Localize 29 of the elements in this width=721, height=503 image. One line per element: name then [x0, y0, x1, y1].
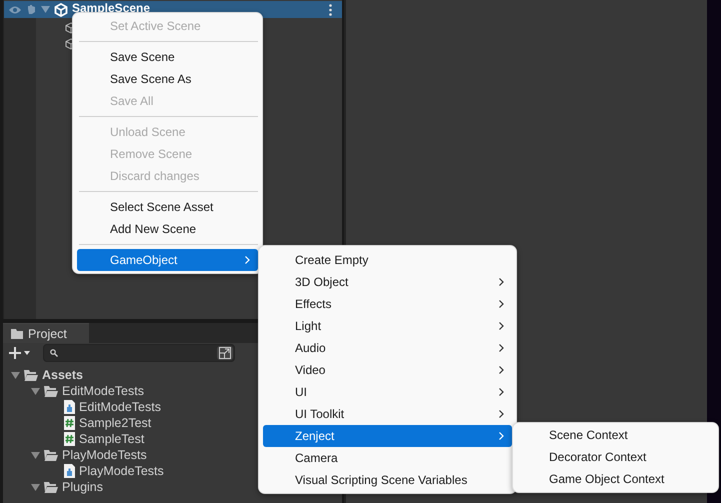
- asset-name: PlayModeTests: [79, 464, 164, 478]
- menu-item[interactable]: Video: [263, 359, 512, 381]
- project-tab[interactable]: Project: [3, 323, 89, 343]
- asset-name: PlayModeTests: [62, 448, 147, 462]
- menu-item[interactable]: Visual Scripting Scene Variables: [263, 469, 512, 491]
- menu-item[interactable]: Create Empty: [263, 249, 512, 271]
- menu-item[interactable]: Camera: [263, 447, 512, 469]
- asset-name: Assets: [42, 368, 83, 382]
- menu-item[interactable]: Audio: [263, 337, 512, 359]
- menu-item[interactable]: Save Scene: [77, 46, 258, 68]
- asset-name: Sample2Test: [79, 416, 152, 430]
- menu-item[interactable]: Select Scene Asset: [77, 196, 258, 218]
- asset-name: EditModeTests: [79, 400, 161, 414]
- menu-item[interactable]: UI Toolkit: [263, 403, 512, 425]
- menu-item[interactable]: GameObject: [77, 249, 258, 271]
- menu-item[interactable]: Decorator Context: [517, 446, 714, 468]
- menu-item[interactable]: 3D Object: [263, 271, 512, 293]
- scene-name: SampleScene: [72, 2, 150, 14]
- menu-item[interactable]: UI: [263, 381, 512, 403]
- menu-item[interactable]: Scene Context: [517, 424, 714, 446]
- menu-item[interactable]: Add New Scene: [77, 218, 258, 240]
- menu-item[interactable]: Effects: [263, 293, 512, 315]
- menu-item[interactable]: Game Object Context: [517, 468, 714, 490]
- asset-name: SampleTest: [79, 432, 144, 446]
- menu-item[interactable]: Light: [263, 315, 512, 337]
- menu-item[interactable]: Save Scene As: [77, 68, 258, 90]
- asset-name: EditModeTests: [62, 384, 144, 398]
- asset-name: Plugins: [62, 480, 103, 494]
- menu-item[interactable]: Zenject: [263, 425, 512, 447]
